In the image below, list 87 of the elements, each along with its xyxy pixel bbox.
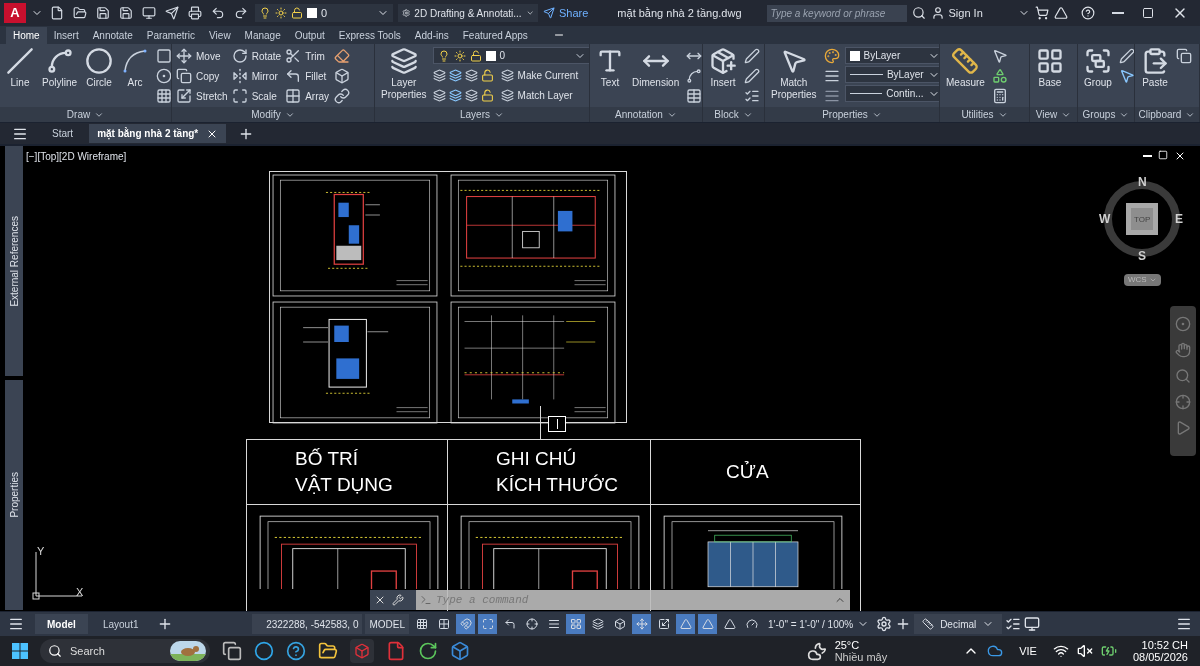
share-button[interactable]: Share [543,4,589,22]
compass-letter[interactable]: N [1138,176,1147,188]
tool-button[interactable]: Match Layer [500,87,573,103]
ribbon-tab[interactable]: Parametric [139,27,203,44]
tool-button[interactable]: Insert [707,47,739,89]
document-tab[interactable]: Start [44,124,82,143]
layer-name: 0 [321,5,329,21]
ribbon-tab[interactable]: Output [287,27,332,44]
tool-button[interactable]: Dimension [630,47,682,89]
layer-dropdown[interactable]: 0 [255,4,393,22]
line-dropdown[interactable]: Contin... [844,85,939,102]
viewport-label[interactable]: [−][Top][2D Wireframe] [26,149,127,164]
panel-title[interactable]: Utilities [940,107,1029,122]
tool-button[interactable]: Arc [119,47,152,89]
panel-title[interactable]: Layers [375,107,589,122]
tool-button[interactable]: Make Current [500,67,579,83]
panel-title[interactable]: Modify [172,107,374,122]
color-dropdown[interactable]: ByLayer [844,47,939,64]
table-heading: GHI CHÚ KÍCH THƯỚC [496,447,618,497]
layout-tab[interactable]: Layout1 [90,614,151,634]
document-tab[interactable]: mặt bằng nhà 2 tầng* [89,124,227,143]
ribbon-tab[interactable]: Express Tools [331,27,408,44]
tool-button[interactable]: Trim [285,47,330,65]
compass-letter[interactable]: W [1099,213,1111,225]
search-field[interactable]: Search [40,639,210,663]
sign-in-button[interactable]: Sign In [930,4,983,22]
ribbon-tab[interactable]: Home [6,27,47,44]
table-heading: BỐ TRÍ VẬT DỤNG [295,447,393,497]
ribbon-tab[interactable]: Manage [237,27,288,44]
panel-title[interactable]: Annotation [590,107,702,122]
tool-button[interactable]: Measure [944,47,987,89]
color-value: ByLayer [863,49,902,63]
tool-button[interactable]: Text [594,47,626,89]
temperature: 25°C [834,639,861,651]
language-indicator[interactable]: VIE [1019,642,1037,660]
panel-title[interactable]: Block [703,107,764,122]
compass-letter[interactable]: E [1175,213,1183,225]
ribbon-tab[interactable]: Insert [46,27,86,44]
palette-tab[interactable]: External References [5,146,23,376]
line-value: ByLayer [886,68,924,82]
line-dropdown[interactable]: ByLayer [844,66,939,83]
tool-button[interactable]: Group [1082,47,1114,89]
tool-button[interactable]: Move [176,47,228,65]
axis-label: Y [37,544,45,559]
clock-date[interactable]: 08/05/2026 [1132,651,1188,663]
app-menu-button[interactable]: A [4,3,26,23]
layer-dropdown[interactable]: 0 [432,47,589,64]
tool-button[interactable]: Copy [176,67,228,85]
layout-tab[interactable]: Model [35,614,88,634]
units-dropdown[interactable]: Decimal [914,614,1003,634]
ribbon-tab[interactable]: Annotate [85,27,140,44]
compass-letter[interactable]: S [1138,250,1146,262]
axis-label: X [76,585,84,600]
coordinates[interactable]: 2322288, -542583, 0 [252,614,363,634]
panel-title[interactable]: Draw [0,107,171,122]
panel-title[interactable]: View [1030,107,1077,122]
tool-button[interactable]: Stretch [176,87,228,105]
search-field[interactable]: Type a keyword or phrase [766,4,907,22]
clock-time[interactable]: 10:52 CH [1141,639,1188,651]
ribbon-tab[interactable]: Add-ins [407,27,456,44]
tool-button[interactable]: Paste [1139,47,1171,89]
panel-title[interactable]: Groups [1078,107,1134,122]
tool-button[interactable]: Polyline [40,47,80,89]
layer-name: 0 [499,49,507,63]
tool-button[interactable]: Circle [83,47,116,89]
annotation-scale-dropdown[interactable]: 1'-0" = 1'-0" / 100% [764,614,874,634]
line-value: Contin... [886,87,924,101]
ribbon-tab[interactable]: Featured Apps [455,27,535,44]
tool-button[interactable]: Array [285,87,330,105]
tool-button[interactable]: Fillet [285,67,330,85]
weather-condition: Nhiều mây [834,651,888,663]
window-title: mặt bằng nhà 2 tầng.dwg [617,5,742,21]
tool-button[interactable]: Mirror [231,67,282,85]
palette-tab[interactable]: Properties [5,380,23,610]
workspace-name: 2D Drafting & Annotati... [414,6,522,21]
tool-button[interactable]: Rotate [231,47,282,65]
ribbon-tab[interactable]: View [202,27,238,44]
tool-button[interactable]: Scale [231,87,282,105]
tool-button[interactable]: Line [4,47,36,89]
model-space-button[interactable]: MODEL [365,614,410,634]
panel-title[interactable]: Properties [765,107,939,122]
tool-button[interactable]: Base [1034,47,1066,89]
tool-button[interactable]: Match Properties [769,47,819,101]
table-heading: CỬA [726,460,769,484]
tool-button[interactable]: Layer Properties [379,47,429,101]
panel-title[interactable]: Clipboard [1135,107,1199,122]
workspace-dropdown[interactable]: 2D Drafting & Annotati... [398,4,538,22]
